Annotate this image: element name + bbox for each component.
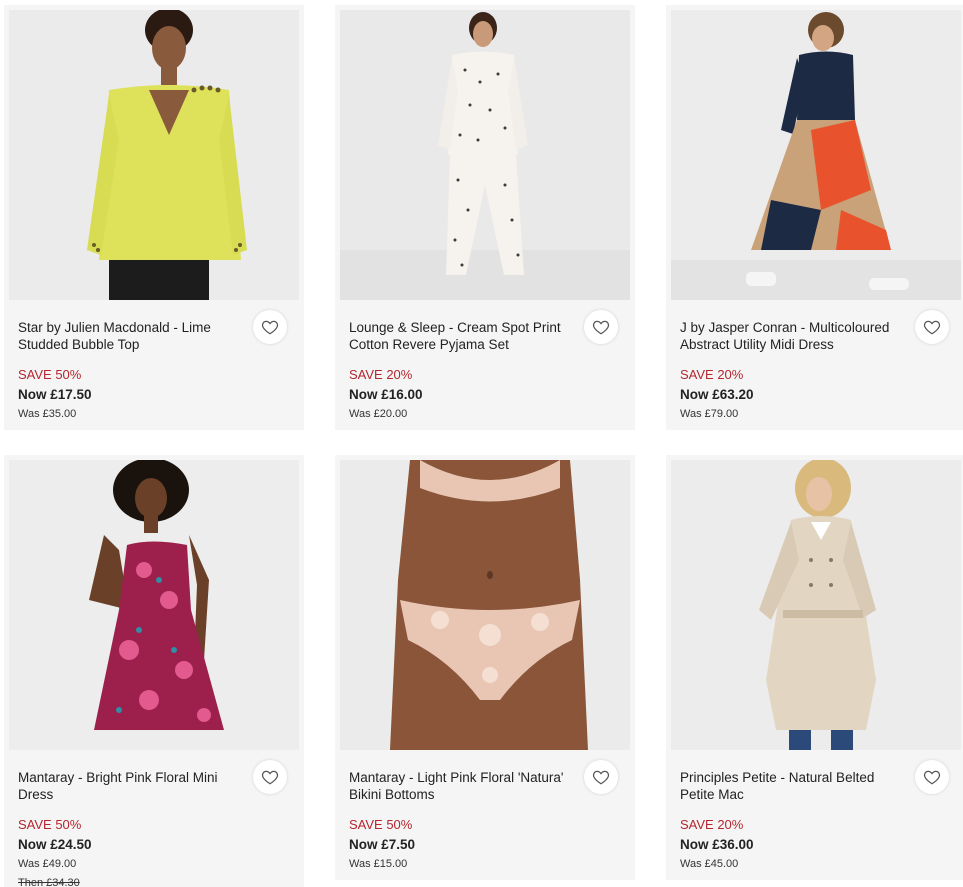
heart-icon <box>261 320 279 335</box>
was-price: Was £79.00 <box>680 408 739 420</box>
wishlist-button[interactable] <box>915 760 949 794</box>
product-card[interactable]: Lounge & Sleep - Cream Spot Print Cotton… <box>335 5 635 430</box>
was-price: Was £20.00 <box>349 408 408 420</box>
product-title[interactable]: J by Jasper Conran - Multicoloured Abstr… <box>680 319 905 353</box>
save-badge: SAVE 20% <box>349 367 413 382</box>
now-price: Now £24.50 <box>18 837 92 852</box>
was-price: Was £15.00 <box>349 858 408 870</box>
now-price: Now £17.50 <box>18 387 92 402</box>
product-title[interactable]: Mantaray - Light Pink Floral 'Natura' Bi… <box>349 769 574 803</box>
product-title[interactable]: Principles Petite - Natural Belted Petit… <box>680 769 905 803</box>
then-price: Then £34.30 <box>18 877 80 887</box>
save-badge: SAVE 50% <box>349 817 413 832</box>
product-card[interactable]: Mantaray - Light Pink Floral 'Natura' Bi… <box>335 455 635 880</box>
heart-icon <box>261 770 279 785</box>
product-card[interactable]: Principles Petite - Natural Belted Petit… <box>666 455 963 880</box>
was-price: Was £45.00 <box>680 858 739 870</box>
heart-icon <box>592 320 610 335</box>
product-title[interactable]: Lounge & Sleep - Cream Spot Print Cotton… <box>349 319 574 353</box>
now-price: Now £16.00 <box>349 387 423 402</box>
wishlist-button[interactable] <box>584 310 618 344</box>
product-image[interactable] <box>671 460 961 750</box>
save-badge: SAVE 20% <box>680 817 744 832</box>
wishlist-button[interactable] <box>584 760 618 794</box>
wishlist-button[interactable] <box>915 310 949 344</box>
product-image[interactable] <box>9 10 299 300</box>
product-title[interactable]: Mantaray - Bright Pink Floral Mini Dress <box>18 769 243 803</box>
save-badge: SAVE 50% <box>18 367 82 382</box>
product-title[interactable]: Star by Julien Macdonald - Lime Studded … <box>18 319 243 353</box>
wishlist-button[interactable] <box>253 760 287 794</box>
heart-icon <box>923 770 941 785</box>
product-image[interactable] <box>9 460 299 750</box>
save-badge: SAVE 20% <box>680 367 744 382</box>
product-card[interactable]: Star by Julien Macdonald - Lime Studded … <box>4 5 304 430</box>
save-badge: SAVE 50% <box>18 817 82 832</box>
product-card[interactable]: Mantaray - Bright Pink Floral Mini Dress… <box>4 455 304 887</box>
was-price: Was £49.00 <box>18 858 77 870</box>
now-price: Now £63.20 <box>680 387 754 402</box>
product-image[interactable] <box>340 460 630 750</box>
product-image[interactable] <box>340 10 630 300</box>
now-price: Now £7.50 <box>349 837 416 852</box>
was-price: Was £35.00 <box>18 408 77 420</box>
now-price: Now £36.00 <box>680 837 754 852</box>
product-image[interactable] <box>671 10 961 300</box>
product-card[interactable]: J by Jasper Conran - Multicoloured Abstr… <box>666 5 963 430</box>
heart-icon <box>592 770 610 785</box>
wishlist-button[interactable] <box>253 310 287 344</box>
heart-icon <box>923 320 941 335</box>
